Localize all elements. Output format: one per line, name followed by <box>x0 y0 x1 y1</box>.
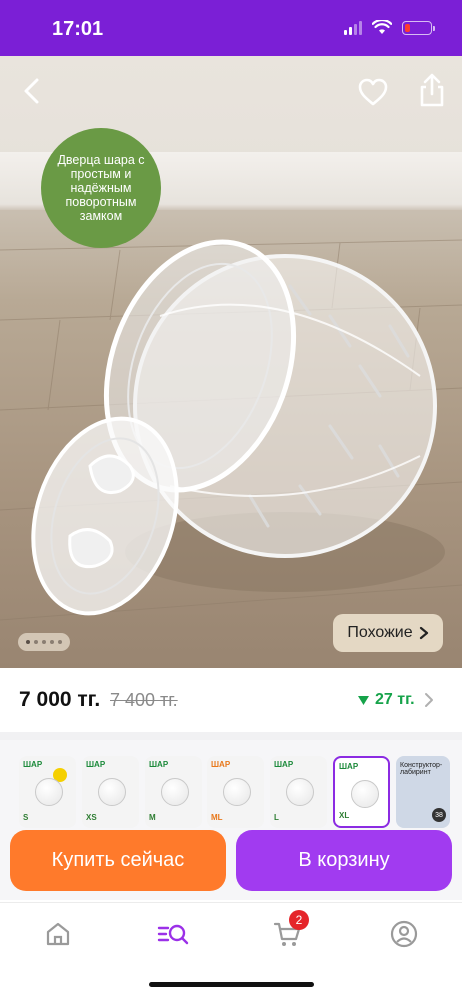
variant-option[interactable]: ШАР M <box>145 756 202 828</box>
back-button[interactable] <box>18 76 48 106</box>
carousel-dot <box>34 640 38 644</box>
ball-thumbnail <box>351 780 379 808</box>
variant-option[interactable]: ШАР S <box>19 756 76 828</box>
variant-option-selected[interactable]: ШАР XL <box>333 756 390 828</box>
battery-icon <box>402 20 435 35</box>
favorite-button[interactable] <box>357 76 389 108</box>
variant-brand: ШАР <box>86 760 106 769</box>
variant-brand: ШАР <box>339 762 359 771</box>
status-time: 17:01 <box>52 18 104 40</box>
product-image-carousel[interactable]: Дверца шара с простым и надёжным поворот… <box>0 56 462 668</box>
tab-catalog[interactable] <box>157 919 189 949</box>
status-bar: 17:01 <box>0 0 462 56</box>
home-icon <box>46 922 70 946</box>
variant-size: ML <box>211 813 223 822</box>
variant-brand: ШАР <box>211 760 231 769</box>
price-current: 7 000 тг. <box>19 688 101 711</box>
hamster-ball-image <box>31 239 445 616</box>
wifi-icon <box>372 20 392 34</box>
price-down-icon <box>358 695 369 705</box>
signal-icon <box>344 20 362 35</box>
catalog-search-icon <box>157 924 189 945</box>
promo-badge: Дверца шара с простым и надёжным поворот… <box>41 128 161 248</box>
variant-size: XL <box>339 811 350 820</box>
carousel-dot <box>50 640 54 644</box>
variant-size: M <box>149 813 156 822</box>
tab-profile[interactable] <box>389 919 419 949</box>
chevron-right-icon[interactable] <box>423 691 435 709</box>
status-icons <box>344 20 435 35</box>
buy-now-button[interactable]: Купить сейчас <box>10 830 226 891</box>
tab-home[interactable] <box>43 919 73 949</box>
price-old: 7 400 тг. <box>110 690 178 710</box>
chevron-right-icon <box>419 626 428 640</box>
cart-count-badge: 2 <box>289 910 309 930</box>
price-row[interactable]: 7 000 тг. 7 400 тг. 27 тг. <box>0 670 462 732</box>
variant-brand: ШАР <box>23 760 43 769</box>
heart-icon <box>358 78 388 106</box>
ball-thumbnail <box>161 778 189 806</box>
variant-option[interactable]: ШАР XS <box>82 756 139 828</box>
ball-thumbnail <box>98 778 126 806</box>
share-button[interactable] <box>417 72 447 108</box>
profile-icon <box>390 920 418 948</box>
share-icon <box>420 73 444 107</box>
similar-label: Похожие <box>347 624 413 641</box>
price-difference: 27 тг. <box>357 691 415 709</box>
back-icon <box>24 78 39 104</box>
ball-thumbnail <box>286 778 314 806</box>
ball-thumbnail <box>223 778 251 806</box>
home-indicator <box>149 982 314 987</box>
variant-option[interactable]: ШАР L <box>270 756 327 828</box>
variant-special-number: 38 <box>432 808 446 822</box>
carousel-dot <box>26 640 30 644</box>
variant-size: L <box>274 813 279 822</box>
ball-thumbnail <box>35 778 63 806</box>
price-difference-value: 27 тг. <box>375 691 415 708</box>
variant-brand: ШАР <box>149 760 169 769</box>
variant-special-label: Конструктор-лабиринт <box>400 762 443 776</box>
add-to-cart-button[interactable]: В корзину <box>236 830 452 891</box>
section-divider <box>0 732 462 740</box>
variant-brand: ШАР <box>274 760 294 769</box>
variant-option[interactable]: ШАР ML <box>207 756 264 828</box>
variant-size: XS <box>86 813 97 822</box>
variant-size: S <box>23 813 29 822</box>
variant-option[interactable]: Конструктор-лабиринт 38 <box>396 756 450 828</box>
carousel-dots[interactable] <box>18 633 70 651</box>
promo-text: Дверца шара с простым и надёжным поворот… <box>57 153 145 223</box>
carousel-dot <box>58 640 62 644</box>
carousel-dot <box>42 640 46 644</box>
similar-button[interactable]: Похожие <box>333 614 443 652</box>
